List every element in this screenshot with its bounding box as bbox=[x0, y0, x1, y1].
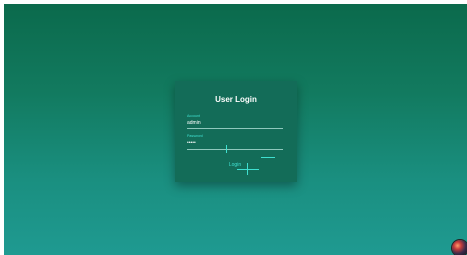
avatar-icon[interactable] bbox=[452, 240, 467, 255]
login-card: User Login Account admin Password ••••• … bbox=[175, 81, 297, 182]
password-label: Password bbox=[187, 134, 203, 138]
login-title: User Login bbox=[215, 95, 257, 104]
decor-line-vertical-1 bbox=[226, 145, 227, 153]
account-label: Account bbox=[187, 114, 200, 118]
password-underline bbox=[187, 149, 283, 150]
decor-line-horizontal-1 bbox=[261, 157, 275, 158]
account-underline bbox=[187, 128, 283, 129]
login-page-background: User Login Account admin Password ••••• … bbox=[4, 4, 467, 255]
login-button[interactable]: Login bbox=[215, 159, 255, 171]
password-input[interactable]: ••••• bbox=[187, 140, 196, 146]
account-input[interactable]: admin bbox=[187, 120, 201, 126]
